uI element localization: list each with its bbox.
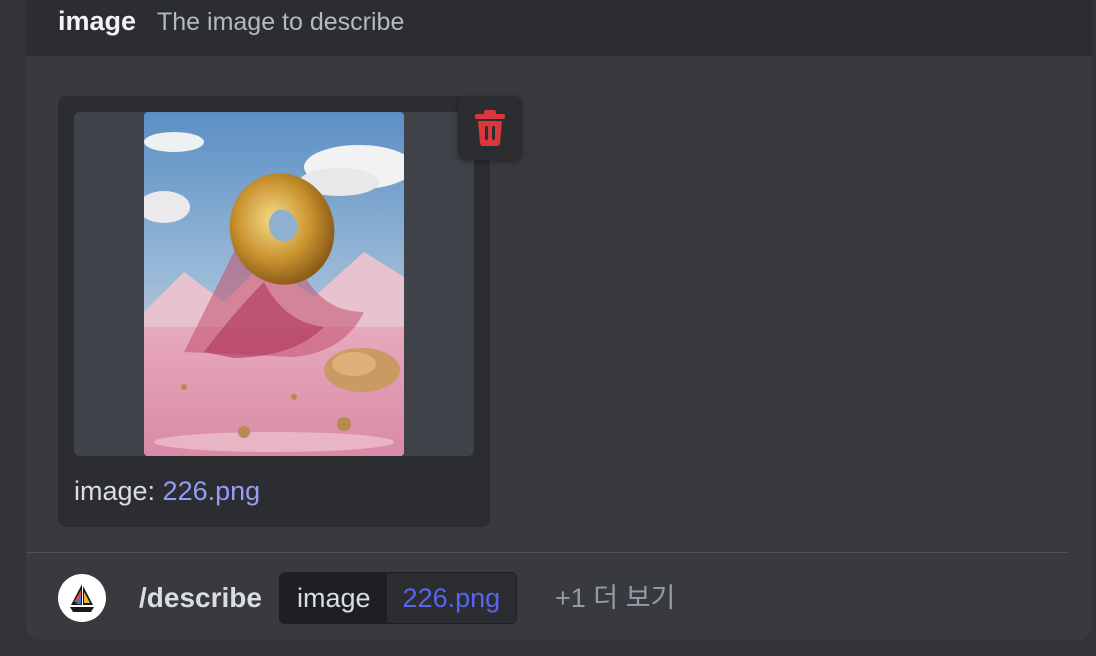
trash-icon (475, 110, 505, 146)
more-options-button[interactable]: +1 더 보기 (555, 580, 675, 616)
attachment-image (144, 112, 404, 456)
command-name: /describe (139, 582, 262, 613)
attachment-filename-link[interactable]: 226.png (163, 476, 261, 506)
option-pill-key: image (280, 573, 387, 623)
command-bar: /describe image 226.png +1 더 보기 (26, 553, 1092, 640)
app-window: image The image to describe image: 226.p… (0, 0, 1096, 656)
option-pill-value: 226.png (386, 573, 517, 623)
option-name: image (58, 6, 137, 36)
option-pill-image[interactable]: image 226.png (279, 572, 518, 624)
sailboat-logo-icon (70, 584, 94, 612)
option-header: image The image to describe (26, 0, 1092, 56)
command-options-panel: image The image to describe image: 226.p… (26, 0, 1092, 640)
attachment-filename: image: 226.png (74, 474, 260, 508)
delete-attachment-button[interactable] (458, 96, 522, 160)
avatar (58, 574, 106, 622)
attachment-label: image: (74, 476, 163, 506)
attachment-card: image: 226.png (58, 96, 522, 527)
attachment-preview[interactable] (74, 112, 474, 456)
option-description: The image to describe (157, 8, 405, 36)
